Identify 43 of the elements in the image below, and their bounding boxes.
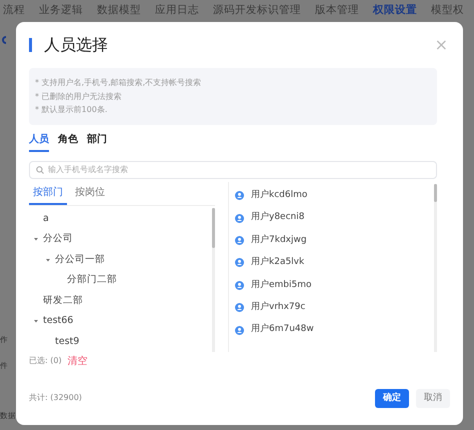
selected-count: 已选: (0) [29,355,62,367]
tree-item[interactable]: a [29,208,212,229]
title-accent-bar [29,38,32,52]
user-icon [235,191,244,200]
tree-item[interactable]: test9 [29,332,212,352]
user-name[interactable]: 用户7kdxjwg [251,234,307,248]
dialog-title: 人员选择 [44,34,108,56]
user-icon [235,214,244,223]
note-text: * 支持用户名,手机号,邮箱搜索,不支持帐号搜索 [35,77,202,89]
confirm-button[interactable]: 确定 [375,388,409,408]
tree-item[interactable]: 分公司 [29,229,212,250]
tree-item[interactable]: 研发二部 [29,290,212,311]
tree-item[interactable]: 分公司一部 [29,250,212,270]
user-icon [235,258,244,268]
note-text: * 默认显示前100条. [35,104,108,116]
search-icon [36,166,44,174]
user-icon [235,280,244,290]
user-icon [235,236,244,245]
user-name[interactable]: 用户k2a5lvk [251,256,304,270]
user-name[interactable]: 用户vrhx79c [251,300,306,314]
user-name[interactable]: 用户y8ecni8 [251,211,304,225]
user-name[interactable]: 用户6m7u48w [251,323,314,337]
sub-tab[interactable]: 按岗位 [71,182,109,204]
user-icon [235,326,244,335]
user-name[interactable]: 用户kcd6lmo [251,188,308,202]
tree-item[interactable]: 分部门二部 [29,270,212,290]
back-icon[interactable] [0,36,6,44]
tab[interactable]: 角色 [58,130,78,152]
caret-icon[interactable] [33,236,39,242]
user-name[interactable]: 用户embi5mo [251,278,312,292]
cancel-button[interactable]: 取消 [416,388,450,408]
clear-link[interactable]: 清空 [68,354,88,368]
search-field[interactable]: 输入手机号或名字搜索 [29,160,437,178]
caret-icon[interactable] [45,256,51,263]
caret-icon[interactable] [33,318,39,324]
note-text: * 已删除的用户无法搜索 [35,90,123,102]
tree-item[interactable]: test66 [29,311,212,332]
sub-tab[interactable]: 按部门 [29,182,67,204]
tab[interactable]: 部门 [87,130,107,152]
user-icon [235,303,244,312]
tab[interactable]: 人员 [29,130,49,152]
total-count: 共计: (32900) [29,392,82,404]
scrollbar[interactable] [212,208,215,352]
